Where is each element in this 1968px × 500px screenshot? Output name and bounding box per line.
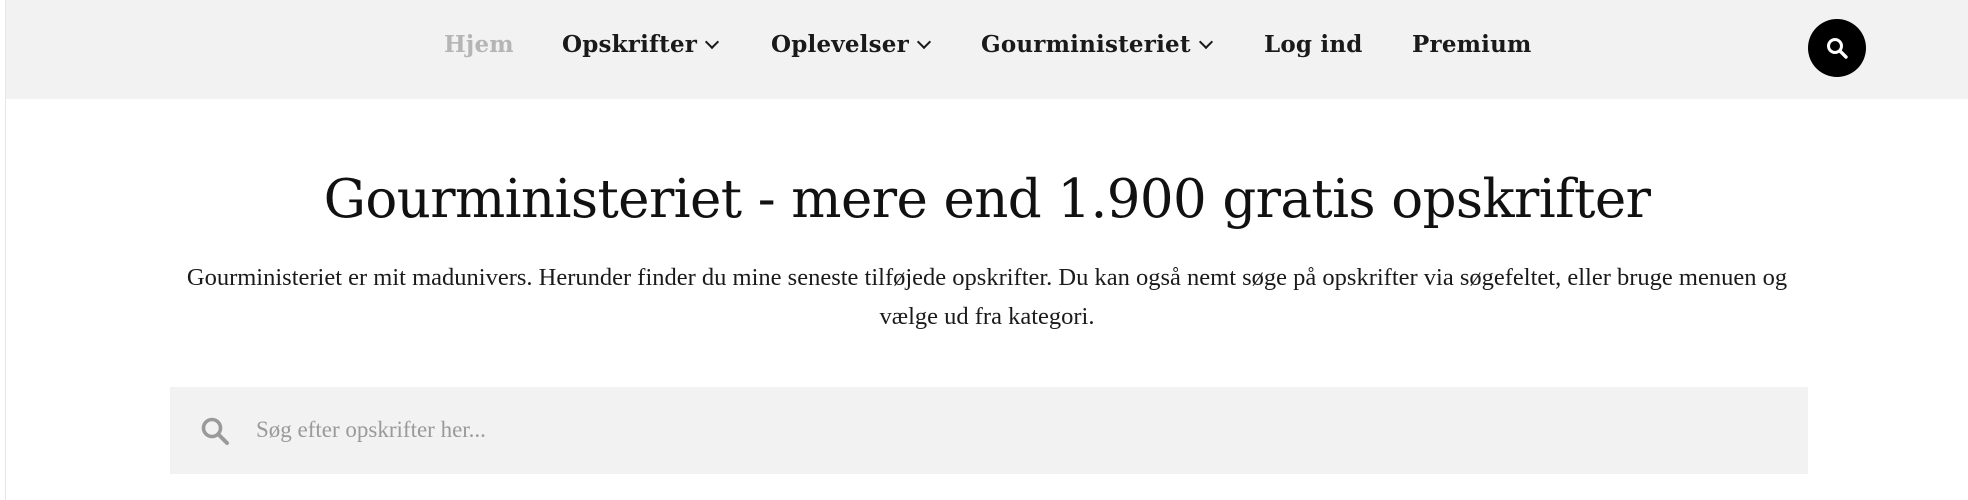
nav-item-label: Premium	[1412, 31, 1532, 58]
nav-item-label: Log ind	[1264, 31, 1363, 58]
intro-text: Gourministeriet er mit madunivers. Herun…	[186, 264, 1788, 330]
chevron-down-icon	[1198, 34, 1213, 50]
header-search-button[interactable]	[1808, 19, 1866, 77]
nav-item-log-ind[interactable]: Log ind	[1264, 28, 1363, 62]
nav-item-opskrifter[interactable]: Opskrifter	[562, 28, 720, 62]
nav-item-label: Opskrifter	[562, 31, 698, 58]
nav-item-label: Hjem	[444, 31, 514, 58]
nav-item-hjem[interactable]: Hjem	[444, 28, 514, 62]
search-icon	[1827, 38, 1848, 59]
search-input[interactable]	[256, 407, 1756, 453]
recipe-search-box	[170, 387, 1808, 474]
chevron-down-icon	[916, 34, 932, 50]
top-navigation-bar: Hjem Opskrifter Oplevelser Gourministeri…	[6, 0, 1968, 99]
nav-item-premium[interactable]: Premium	[1412, 28, 1532, 62]
chevron-down-icon	[705, 34, 720, 50]
page-title: Gourministeriet - mere end 1.900 gratis …	[323, 169, 1651, 230]
nav-item-label: Oplevelser	[771, 31, 909, 58]
nav-item-gourministeriet[interactable]: Gourministeriet	[981, 28, 1213, 62]
search-icon	[201, 417, 229, 445]
nav-item-oplevelser[interactable]: Oplevelser	[771, 28, 932, 62]
main-menu: Hjem Opskrifter Oplevelser Gourministeri…	[6, 28, 1968, 62]
nav-item-label: Gourministeriet	[981, 31, 1191, 58]
page: Hjem Opskrifter Oplevelser Gourministeri…	[6, 0, 1968, 500]
